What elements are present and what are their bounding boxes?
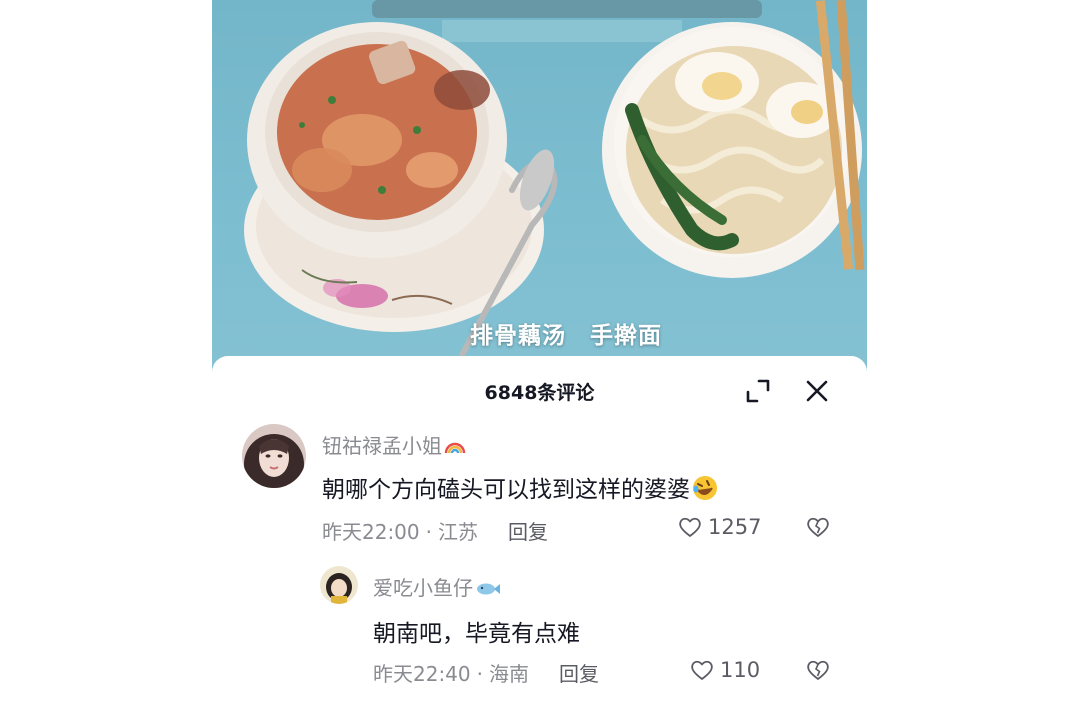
comment-username[interactable]: 爱吃小鱼仔 xyxy=(373,572,501,602)
close-icon[interactable] xyxy=(804,378,830,404)
rolling-laughing-emoji-icon xyxy=(692,475,718,507)
comment-meta: 昨天22:40 · 海南 回复 xyxy=(373,662,599,686)
expand-icon[interactable] xyxy=(745,378,771,404)
comments-sheet: 6848条评论 钮祜禄孟小姐 朝哪个方向磕头可以找到这样的婆婆 昨天22:00 … xyxy=(212,356,867,709)
broken-heart-icon xyxy=(807,660,829,680)
comment-text: 朝哪个方向磕头可以找到这样的婆婆 xyxy=(322,470,718,507)
dislike-button[interactable] xyxy=(806,516,830,542)
dislike-button[interactable] xyxy=(806,659,830,685)
heart-icon xyxy=(691,660,713,680)
reply-button[interactable]: 回复 xyxy=(559,662,599,686)
rainbow-icon xyxy=(444,436,466,460)
avatar[interactable] xyxy=(242,424,306,488)
like-count: 1257 xyxy=(708,515,762,539)
comment-meta: 昨天22:00 · 江苏 回复 xyxy=(322,520,548,544)
fish-icon xyxy=(475,578,501,602)
comment-username[interactable]: 钮祜禄孟小姐 xyxy=(322,430,466,460)
comment-location: 江苏 xyxy=(438,520,478,544)
comment-time: 昨天22:00 xyxy=(322,520,420,544)
post-photo[interactable]: 排骨藕汤 手擀面 xyxy=(212,0,867,380)
broken-heart-icon xyxy=(807,517,829,537)
like-button[interactable]: 1257 xyxy=(678,515,761,539)
heart-icon xyxy=(679,517,701,537)
like-count: 110 xyxy=(720,658,761,682)
comment-text: 朝南吧，毕竟有点难 xyxy=(373,621,580,647)
photo-caption: 排骨藕汤 手擀面 xyxy=(470,323,662,349)
phone-screen: 排骨藕汤 手擀面 6848条评论 钮祜禄孟小姐 朝哪个方向磕头可以找到这样的婆婆… xyxy=(212,0,867,709)
comment-time: 昨天22:40 xyxy=(373,662,471,686)
reply-button[interactable]: 回复 xyxy=(508,520,548,544)
like-button[interactable]: 110 xyxy=(690,658,760,682)
avatar[interactable] xyxy=(320,566,358,604)
comment-location: 海南 xyxy=(489,662,529,686)
